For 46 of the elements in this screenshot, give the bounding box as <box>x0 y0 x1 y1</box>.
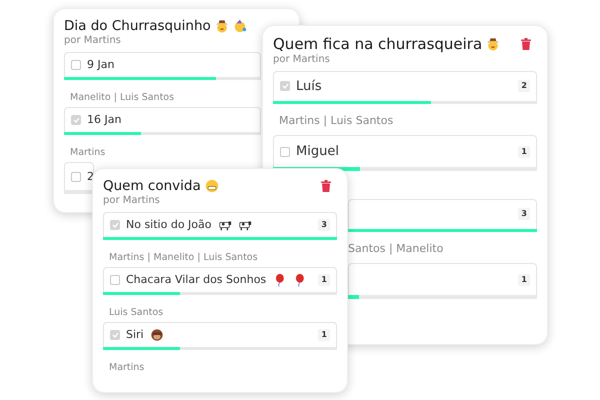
trash-icon[interactable] <box>521 38 531 50</box>
grin-face-icon <box>204 179 219 194</box>
cowboy-face-icon <box>214 19 229 34</box>
vote-count: 1 <box>518 274 530 286</box>
vote-count: 1 <box>318 274 330 286</box>
vote-count: 3 <box>318 219 330 232</box>
vote-count: 1 <box>318 329 330 342</box>
option-label: 9 Jan <box>87 56 114 73</box>
author-label: por Martins <box>273 54 331 66</box>
party-face-icon <box>232 19 247 34</box>
option-label: Miguel <box>296 143 339 161</box>
voter-names: Luis Santos <box>109 307 164 318</box>
checkbox[interactable] <box>110 275 120 286</box>
cowboy-face-icon <box>486 37 500 52</box>
option-label: Siri <box>126 326 144 343</box>
option-label: 2 <box>87 168 94 185</box>
monkey-icon <box>150 328 164 342</box>
trash-icon[interactable] <box>321 180 331 192</box>
vote-count: 1 <box>518 146 530 158</box>
checkbox[interactable] <box>110 220 120 230</box>
checkbox[interactable] <box>71 115 81 126</box>
card-title: Quem fica na churrasqueira <box>273 35 482 54</box>
voter-names: Martins <box>109 362 144 374</box>
check-icon <box>112 332 118 338</box>
checkbox[interactable] <box>71 172 81 182</box>
option-label: Luís <box>296 78 322 96</box>
card-title: Dia do Churrasquinho <box>64 18 211 35</box>
checkbox[interactable] <box>71 60 81 70</box>
check-icon <box>112 222 118 228</box>
checkbox[interactable] <box>280 146 290 157</box>
vote-count: 2 <box>518 80 530 92</box>
option-label: Chacara Vilar dos Sonhos <box>126 272 266 288</box>
option-label: 16 Jan <box>87 112 122 128</box>
check-icon <box>72 117 80 124</box>
check-icon <box>282 83 288 90</box>
voter-names: Manelito | Luis Santos <box>70 92 174 104</box>
checkbox[interactable] <box>110 330 120 340</box>
voter-names: Martins | Luis Santos <box>279 114 394 128</box>
voter-names: Martins <box>70 147 106 158</box>
voter-names: Santos | Manelito <box>348 242 444 256</box>
author-label: por Martins <box>103 194 161 208</box>
checkbox[interactable] <box>280 81 290 92</box>
vote-count: 3 <box>518 208 530 220</box>
option-label: No sitio do João <box>126 216 212 233</box>
card-title: Quem convida <box>103 178 201 195</box>
voter-names: Martins | Manelito | Luis Santos <box>109 252 258 264</box>
